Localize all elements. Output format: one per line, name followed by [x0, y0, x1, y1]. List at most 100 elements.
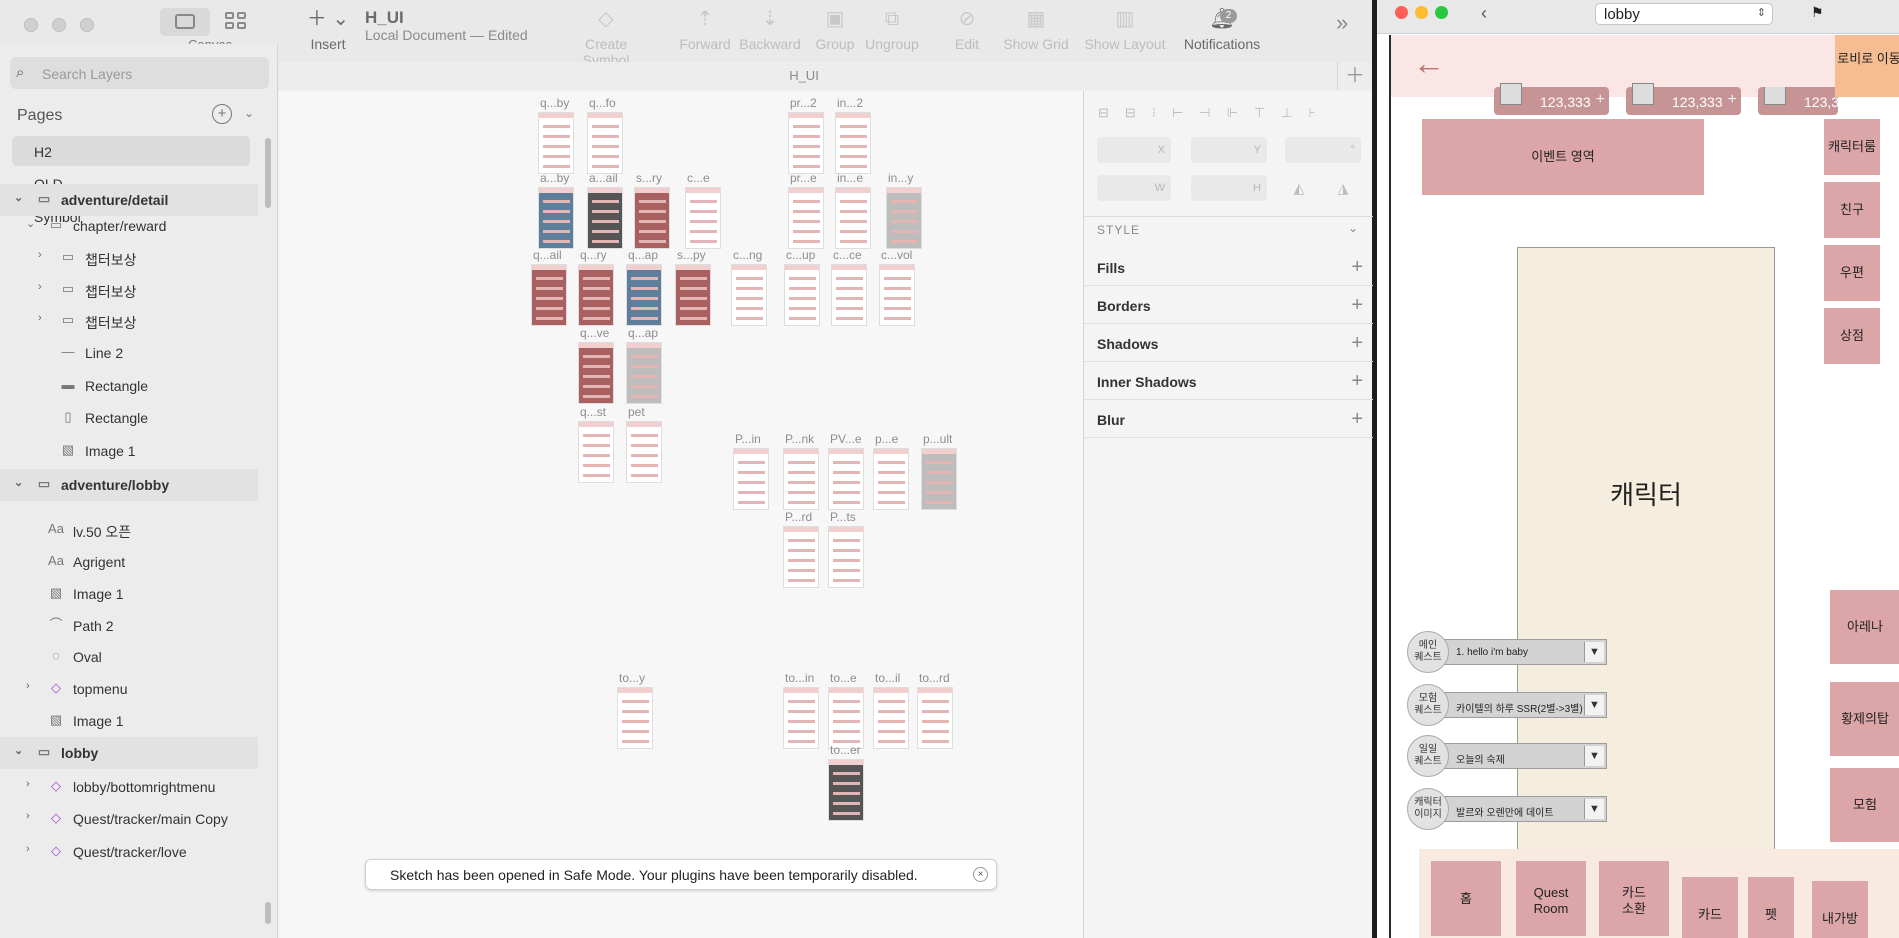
toolbar-overflow-icon[interactable]: » [1336, 10, 1348, 36]
artboard-thumbnail[interactable] [835, 112, 871, 174]
forward-button[interactable]: ⇡ Forward [678, 8, 732, 52]
add-page-icon[interactable]: + [212, 104, 232, 124]
artboard-thumbnail[interactable] [587, 187, 623, 249]
quest-tracker[interactable]: 발르와 오렌만에 데이트 ▼ 캐릭터 이미지 [1407, 788, 1607, 830]
back-arrow-icon[interactable]: ← [1413, 47, 1445, 79]
artboard-label[interactable]: pet [628, 405, 645, 419]
pages-scrollbar[interactable] [265, 138, 271, 208]
artboard-label[interactable]: a...by [540, 171, 569, 185]
artboard-label[interactable]: q...ve [580, 326, 609, 340]
artboard-label[interactable]: q...ap [628, 248, 658, 262]
height-field[interactable]: H [1191, 175, 1267, 201]
right-menu-button[interactable]: 친구 [1824, 182, 1880, 238]
artboard-thumbnail[interactable] [873, 448, 909, 510]
artboard-thumbnail[interactable] [879, 264, 915, 326]
artboard-label[interactable]: to...y [619, 671, 645, 685]
disclosure-chevron-icon[interactable]: ⌄ [26, 217, 35, 230]
bottom-nav-button[interactable]: 카드 [1682, 877, 1738, 938]
layer-item[interactable]: ▧ Image 1 [0, 578, 258, 610]
artboard-label[interactable]: to...rd [919, 671, 950, 685]
artboard-thumbnail[interactable] [538, 187, 574, 249]
layer-item[interactable]: › ▭ 챕터보상 [0, 305, 258, 337]
bottom-nav-button[interactable]: 카드 소환 [1599, 861, 1669, 936]
artboard-label[interactable]: q...by [540, 96, 569, 110]
disclosure-chevron-icon[interactable]: ⌄ [14, 476, 23, 489]
artboard-thumbnail[interactable] [921, 448, 957, 510]
close-toast-icon[interactable]: × [973, 867, 988, 882]
layer-item[interactable]: › ▭ 챕터보상 [0, 274, 258, 306]
disclosure-chevron-icon[interactable]: › [26, 843, 30, 855]
document-tab[interactable]: H_UI [279, 68, 1329, 83]
new-tab-icon[interactable]: ＋ [1337, 62, 1372, 90]
artboard-thumbnail[interactable] [886, 187, 922, 249]
go-lobby-button[interactable]: 로비로 이동 [1835, 35, 1899, 97]
disclosure-chevron-icon[interactable]: › [26, 778, 30, 790]
notifications-button[interactable]: 🔔︎ Notifications 2 [1176, 8, 1268, 52]
artboard-thumbnail[interactable] [835, 187, 871, 249]
layer-item[interactable]: › ◇ lobby/bottomrightmenu [0, 771, 258, 803]
artboard-label[interactable]: p...e [875, 432, 898, 446]
artboard-thumbnail[interactable] [733, 448, 769, 510]
artboard-label[interactable]: to...in [785, 671, 814, 685]
artboard-label[interactable]: q...ap [628, 326, 658, 340]
artboard-label[interactable]: q...st [580, 405, 606, 419]
artboard-label[interactable]: c...ce [833, 248, 862, 262]
layer-item[interactable]: ▬ Rectangle [0, 370, 258, 402]
y-field[interactable]: Y [1191, 137, 1267, 163]
artboard-thumbnail[interactable] [634, 187, 670, 249]
add-currency-icon[interactable]: + [1596, 91, 1605, 109]
minimize-window-button[interactable] [1415, 6, 1428, 19]
create-symbol-button[interactable]: ◇ Create Symbol [560, 8, 652, 68]
artboard-thumbnail[interactable] [626, 342, 662, 404]
right-menu-button[interactable]: 캐릭터룸 [1824, 119, 1880, 175]
style-section-fills[interactable]: Fills + [1084, 248, 1373, 286]
artboard-thumbnail[interactable] [828, 759, 864, 821]
layer-item[interactable]: ▧ Image 1 [0, 435, 258, 467]
layer-item[interactable]: ⌄ ▭ lobby [0, 737, 258, 769]
quest-tracker[interactable]: 오늘의 숙제 ▼ 일일 퀘스트 [1407, 735, 1607, 777]
width-field[interactable]: W [1097, 175, 1171, 201]
layers-scrollbar[interactable] [265, 902, 271, 924]
show-grid-button[interactable]: ▦ Show Grid [1000, 8, 1072, 52]
disclosure-chevron-icon[interactable]: › [38, 249, 42, 261]
artboard-thumbnail[interactable] [578, 421, 614, 483]
artboard-thumbnail[interactable] [626, 264, 662, 326]
artboard-thumbnail[interactable] [617, 687, 653, 749]
artboard-thumbnail[interactable] [917, 687, 953, 749]
artboard-thumbnail[interactable] [784, 264, 820, 326]
artboard-label[interactable]: q...fo [589, 96, 616, 110]
artboard-label[interactable]: to...il [875, 671, 900, 685]
page-item-h2[interactable]: H2 [12, 136, 250, 166]
artboard-thumbnail[interactable] [685, 187, 721, 249]
style-section-borders[interactable]: Borders + [1084, 286, 1373, 324]
layer-item[interactable]: ▯ Rectangle [0, 402, 258, 434]
right-menu-button[interactable]: 우편 [1824, 245, 1880, 301]
mode-menu-button[interactable]: 아레나 [1830, 590, 1899, 664]
artboard-thumbnail[interactable] [831, 264, 867, 326]
design-canvas[interactable]: q...by q...fo pr...2 in...2 a...by a...ail s..… [279, 91, 1083, 938]
group-button[interactable]: ▣ Group [814, 8, 856, 52]
bottom-nav-button[interactable]: 내가방 [1812, 881, 1868, 938]
rotation-field[interactable]: ° [1285, 137, 1361, 163]
add-style-icon[interactable]: + [1351, 408, 1363, 431]
layer-item[interactable]: › ◇ topmenu [0, 673, 258, 705]
search-layers-input[interactable]: Search Layers [10, 57, 269, 89]
artboard-thumbnail[interactable] [783, 526, 819, 588]
components-view-icon[interactable] [225, 12, 247, 30]
artboard-label[interactable]: P...ts [830, 510, 856, 524]
bottom-nav-button[interactable]: Quest Room [1516, 861, 1586, 936]
back-icon[interactable]: ‹ [1481, 3, 1487, 24]
artboard-label[interactable]: q...ail [533, 248, 562, 262]
disclosure-chevron-icon[interactable]: ⌄ [14, 191, 23, 204]
layer-item[interactable]: › ▭ 챕터보상 [0, 242, 258, 274]
artboard-label[interactable]: P...nk [785, 432, 814, 446]
layer-item[interactable]: Aa Agrigent [0, 546, 258, 578]
artboard-thumbnail[interactable] [788, 187, 824, 249]
layer-item[interactable]: — Line 2 [0, 337, 258, 369]
layer-item[interactable]: ▧ Image 1 [0, 705, 258, 737]
artboard-label[interactable]: in...y [888, 171, 913, 185]
minimize-window-button[interactable] [52, 18, 66, 32]
close-window-button[interactable] [24, 18, 38, 32]
artboard-thumbnail[interactable] [783, 687, 819, 749]
disclosure-chevron-icon[interactable]: › [26, 680, 30, 692]
